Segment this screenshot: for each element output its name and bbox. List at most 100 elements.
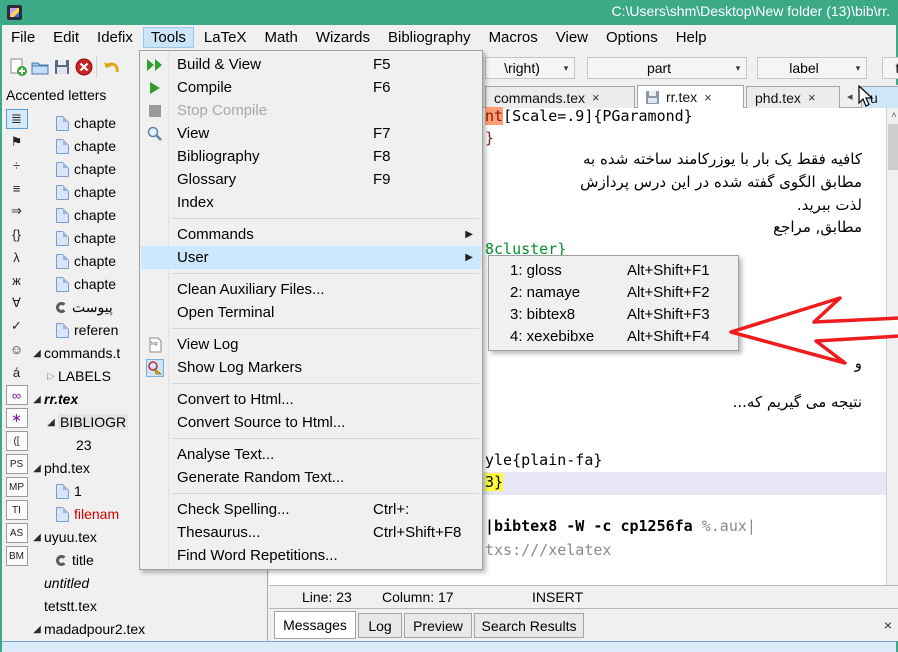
- scrollbar-thumb[interactable]: [888, 124, 898, 170]
- tree-row-untitled[interactable]: untitled: [44, 573, 89, 593]
- infinity-tab-icon[interactable]: ∞: [6, 385, 28, 405]
- math-symbol-dropdown[interactable]: \right) ▾: [485, 57, 575, 79]
- menu-file[interactable]: File: [3, 27, 43, 48]
- submenu-item-xexebibxe[interactable]: 4: xexebibxeAlt+Shift+F4: [490, 325, 737, 347]
- menu-wizards[interactable]: Wizards: [308, 27, 378, 48]
- menu-item-thesaurus[interactable]: Thesaurus...Ctrl+Shift+F8: [141, 521, 481, 544]
- close-icon[interactable]: ×: [704, 90, 712, 105]
- menu-item-open-terminal[interactable]: Open Terminal: [141, 301, 481, 324]
- menu-item-check-spelling[interactable]: Check Spelling...Ctrl+:: [141, 498, 481, 521]
- tree-row-uyuu-tex[interactable]: ◢uyuu.tex: [30, 527, 97, 547]
- close-icon[interactable]: ×: [808, 90, 816, 105]
- tree-row-madadpour2-tex[interactable]: ◢madadpour2.tex: [30, 619, 145, 639]
- editor-scrollbar[interactable]: ˄ ˅: [886, 108, 898, 600]
- menu-item-user[interactable]: User▶: [141, 246, 481, 269]
- asterisk-tab-icon[interactable]: ∗: [6, 408, 28, 428]
- tab-preview[interactable]: Preview: [404, 613, 472, 638]
- expanded-arrow-icon[interactable]: ◢: [30, 394, 44, 405]
- misc-text-tab-icon[interactable]: ✓: [6, 316, 28, 336]
- tree-row-bibliogr[interactable]: ◢BIBLIOGR: [44, 412, 128, 432]
- cyrillic-tab-icon[interactable]: ж: [6, 270, 28, 290]
- brackets-tab-icon[interactable]: ([: [6, 431, 28, 451]
- operators-tab-icon[interactable]: ÷: [6, 155, 28, 175]
- tree-row-chapter[interactable]: chapte: [56, 274, 116, 294]
- tab-search-results[interactable]: Search Results: [474, 613, 584, 638]
- tree-row-appendix[interactable]: پيوست: [56, 297, 113, 317]
- menu-item-generate-random-text[interactable]: Generate Random Text...: [141, 466, 481, 489]
- menu-latex[interactable]: LaTeX: [196, 27, 255, 48]
- submenu-item-gloss[interactable]: 1: glossAlt+Shift+F1: [490, 259, 737, 281]
- tree-row-1[interactable]: 1: [56, 481, 82, 501]
- menu-bibliography[interactable]: Bibliography: [380, 27, 479, 48]
- tree-row-chapter[interactable]: chapte: [56, 228, 116, 248]
- tree-row-labels[interactable]: ▷LABELS: [44, 366, 111, 386]
- expanded-arrow-icon[interactable]: ◢: [44, 417, 58, 428]
- menu-item-view-log[interactable]: log View Log: [141, 333, 481, 356]
- tree-row-filename[interactable]: filenam: [56, 504, 119, 524]
- menu-edit[interactable]: Edit: [45, 27, 87, 48]
- tree-row-chapter[interactable]: chapte: [56, 159, 116, 179]
- menu-item-convert-to-html[interactable]: Convert to Html...: [141, 388, 481, 411]
- close-document-button[interactable]: [72, 55, 96, 79]
- tab-commands-tex[interactable]: commands.tex ×: [485, 86, 635, 108]
- tree-row-23[interactable]: 23: [76, 435, 92, 455]
- truncated-dropdown[interactable]: t: [882, 57, 898, 79]
- tree-row-commands-tex[interactable]: ◢commands.t: [30, 343, 120, 363]
- wasysym-tab-icon[interactable]: ☺: [6, 339, 28, 359]
- accented-tab-icon[interactable]: á: [6, 362, 28, 382]
- reference-dropdown[interactable]: label ▾: [757, 57, 867, 79]
- menu-item-clean-auxiliary-files[interactable]: Clean Auxiliary Files...: [141, 278, 481, 301]
- misc-math-tab-icon[interactable]: ∀: [6, 293, 28, 313]
- menu-item-convert-source-to-html[interactable]: Convert Source to Html...: [141, 411, 481, 434]
- menu-math[interactable]: Math: [256, 27, 305, 48]
- close-panel-icon[interactable]: ×: [884, 617, 892, 633]
- tree-row-references[interactable]: referen: [56, 320, 118, 340]
- tab-scroll-left-icon[interactable]: ◂: [847, 90, 853, 103]
- submenu-item-namaye[interactable]: 2: namayeAlt+Shift+F2: [490, 281, 737, 303]
- menu-item-show-log-markers[interactable]: Show Log Markers: [141, 356, 481, 379]
- tree-row-tetstt-tex[interactable]: tetstt.tex: [44, 596, 97, 616]
- menu-item-glossary[interactable]: GlossaryF9: [141, 168, 481, 191]
- save-button[interactable]: [50, 55, 74, 79]
- tree-row-chapter[interactable]: chapte: [56, 182, 116, 202]
- menu-item-analyse-text[interactable]: Analyse Text...: [141, 443, 481, 466]
- delimiters-tab-icon[interactable]: {}: [6, 224, 28, 244]
- greek-tab-icon[interactable]: λ: [6, 247, 28, 267]
- sectioning-dropdown[interactable]: part ▾: [587, 57, 747, 79]
- new-document-button[interactable]: [6, 55, 30, 79]
- menu-options[interactable]: Options: [598, 27, 666, 48]
- ti-tab-icon[interactable]: TI: [6, 500, 28, 520]
- expanded-arrow-icon[interactable]: ◢: [30, 348, 44, 359]
- ps-tab-icon[interactable]: PS: [6, 454, 28, 474]
- tab-rr-tex[interactable]: rr.tex ×: [637, 85, 744, 108]
- tab-uyuu-tex-truncated[interactable]: u: [861, 86, 898, 108]
- menu-item-compile[interactable]: CompileF6: [141, 76, 481, 99]
- tree-row-title[interactable]: title: [56, 550, 94, 570]
- submenu-item-bibtex8[interactable]: 3: bibtex8Alt+Shift+F3: [490, 303, 737, 325]
- relations-tab-icon[interactable]: ≡: [6, 178, 28, 198]
- structure-tab-icon[interactable]: ≣: [6, 109, 28, 129]
- collapsed-arrow-icon[interactable]: ▷: [44, 371, 58, 382]
- menu-item-index[interactable]: Index: [141, 191, 481, 214]
- expanded-arrow-icon[interactable]: ◢: [30, 463, 44, 474]
- app-icon[interactable]: [7, 5, 22, 20]
- tree-row-phd-tex[interactable]: ◢phd.tex: [30, 458, 90, 478]
- as-tab-icon[interactable]: AS: [6, 523, 28, 543]
- bm-tab-icon[interactable]: BM: [6, 546, 28, 566]
- menu-help[interactable]: Help: [668, 27, 715, 48]
- close-icon[interactable]: ×: [592, 90, 600, 105]
- expanded-arrow-icon[interactable]: ◢: [30, 532, 44, 543]
- tab-messages[interactable]: Messages: [274, 611, 356, 639]
- bookmarks-tab-icon[interactable]: ⚑: [6, 132, 28, 152]
- mp-tab-icon[interactable]: MP: [6, 477, 28, 497]
- scroll-up-icon[interactable]: ˄: [887, 108, 898, 123]
- menu-item-bibliography[interactable]: BibliographyF8: [141, 145, 481, 168]
- tree-row-chapter[interactable]: chapte: [56, 136, 116, 156]
- menu-macros[interactable]: Macros: [481, 27, 546, 48]
- menu-item-find-word-repetitions[interactable]: Find Word Repetitions...: [141, 544, 481, 567]
- tab-phd-tex[interactable]: phd.tex ×: [746, 86, 840, 108]
- menu-tools[interactable]: Tools: [143, 27, 194, 48]
- menu-item-view[interactable]: ViewF7: [141, 122, 481, 145]
- arrows-tab-icon[interactable]: ⇒: [6, 201, 28, 221]
- menu-item-commands[interactable]: Commands▶: [141, 223, 481, 246]
